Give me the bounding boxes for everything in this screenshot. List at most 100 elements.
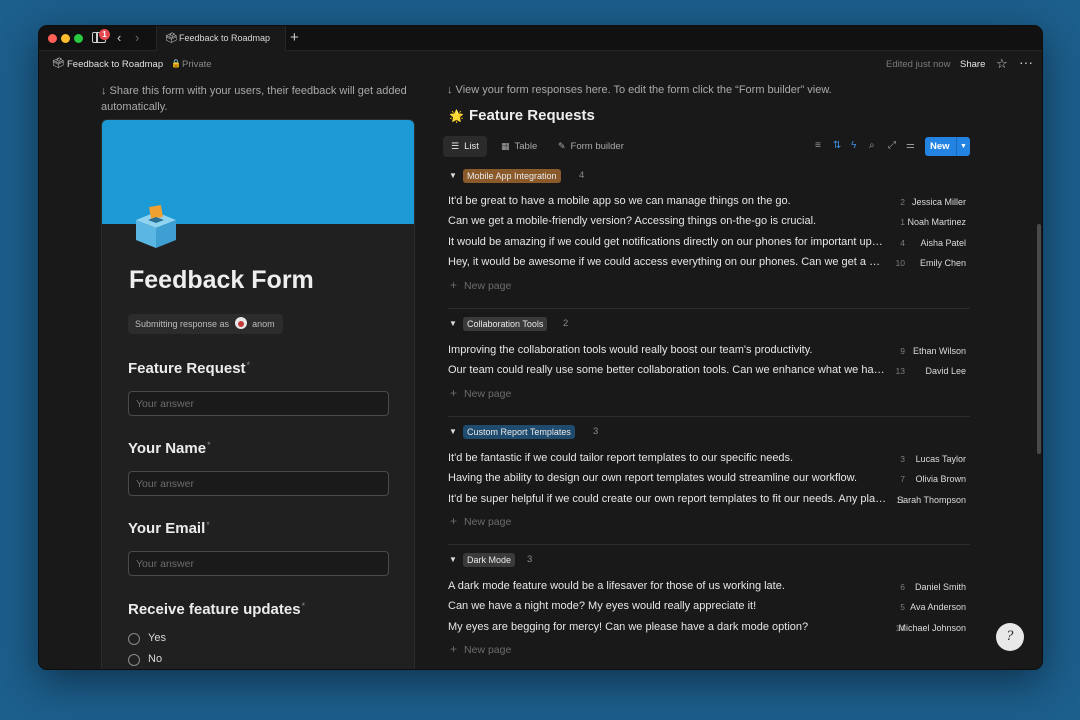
list-item[interactable]: It'd be super helpful if we could create… [448,491,970,509]
group-divider [448,416,970,417]
forward-arrow-icon[interactable]: › [135,30,139,45]
list-icon: ☰ [451,141,460,151]
row-id: 2 [900,197,905,207]
row-feature-request: It'd be great to have a mobile app so we… [448,195,791,207]
glowing-star-icon: 🌟 [449,109,464,123]
group-divider [448,308,970,309]
close-window-button[interactable] [48,34,57,43]
radio-circle[interactable] [128,633,140,645]
minimize-window-button[interactable] [61,34,70,43]
row-feature-request: Our team could really use some better co… [448,364,888,376]
vertical-scrollbar[interactable] [1037,224,1041,454]
group-count: 3 [593,426,599,437]
plus-icon: + [450,642,458,656]
list-item[interactable]: It'd be great to have a mobile app so we… [448,193,970,211]
tab-label: Table [514,141,538,152]
maximize-window-button[interactable] [74,34,83,43]
new-tab-plus-icon[interactable]: + [290,29,299,46]
row-id: 13 [895,366,905,376]
tab-label: Feedback to Roadmap [179,33,271,43]
list-item[interactable]: Our team could really use some better co… [448,362,970,380]
row-id: 3 [900,454,905,464]
help-button-icon[interactable]: ? [996,623,1024,651]
row-name: Ava Anderson [910,602,966,612]
ballot-box-icon [136,205,176,248]
question-label-your-email: Your Email* [128,520,210,537]
tab-feedback-to-roadmap[interactable]: 🗳 Feedback to Roadmap [156,26,286,51]
radio-circle[interactable] [128,654,140,666]
row-id: 10 [895,258,905,268]
required-mark: * [246,360,251,370]
row-name: Emily Chen [919,258,966,268]
row-name: Daniel Smith [914,582,966,592]
tab-label: Form builder [570,141,624,152]
avatar [234,317,247,329]
row-feature-request: A dark mode feature would be a lifesaver… [448,580,785,592]
row-feature-request: Can we have a night mode? My eyes would … [448,600,757,612]
list-item[interactable]: Having the ability to design our own rep… [448,470,970,488]
new-page-button[interactable]: + New page [450,514,511,528]
tab-list-view[interactable]: ☰ List [443,136,487,157]
group-tag: Mobile App Integration [463,169,561,183]
group-tag: Dark Mode [463,553,516,567]
automation-lightning-icon[interactable]: ϟ [851,140,856,151]
list-item[interactable]: My eyes are begging for mercy! Can we pl… [448,619,970,637]
expand-icon[interactable]: ⤢ [888,140,896,151]
filter-icon[interactable]: ≡ [815,140,821,151]
list-item[interactable]: It would be amazing if we could get noti… [448,234,970,252]
app-window: 1 ‹ › 🗳 Feedback to Roadmap + 🗳 Feedback… [38,25,1043,670]
edited-status: Edited just now [886,59,951,70]
privacy-label[interactable]: Private [182,59,212,70]
toggle-triangle-icon[interactable]: ▼ [449,427,457,436]
share-button[interactable]: Share [960,59,985,70]
favorite-star-icon[interactable]: ☆ [996,56,1008,72]
list-item[interactable]: Improving the collaboration tools would … [448,342,970,360]
question-label-feature-updates: Receive feature updates* [128,601,305,618]
ballot-box-icon: 🗳 [52,58,65,69]
feedback-form-card: Feedback Form Submitting response as ano… [101,119,415,669]
your-email-input[interactable] [128,551,389,576]
group-tag: Custom Report Templates [463,425,575,439]
search-icon[interactable]: ⌕ [869,140,875,151]
new-page-button[interactable]: + New page [450,642,511,656]
list-item[interactable]: It'd be fantastic if we could tailor rep… [448,450,970,468]
view-settings-icon[interactable]: ⚌ [906,140,915,151]
required-mark: * [301,601,306,611]
page-topbar: 🗳 Feedback to Roadmap 🔒 Private Edited j… [39,52,1042,76]
breadcrumb-page-title[interactable]: Feedback to Roadmap [67,59,163,70]
chevron-down-icon[interactable]: ▼ [956,137,970,156]
list-item[interactable]: A dark mode feature would be a lifesaver… [448,578,970,596]
tab-table-view[interactable]: ▦ Table [493,136,545,157]
your-name-input[interactable] [128,471,389,496]
back-arrow-icon[interactable]: ‹ [117,30,121,45]
group-divider [448,544,970,545]
question-label-your-name: Your Name* [128,440,211,457]
feature-request-input[interactable] [128,391,389,416]
list-item[interactable]: Can we have a night mode? My eyes would … [448,598,970,616]
more-options-icon[interactable]: ··· [1019,54,1033,70]
row-id: 7 [900,474,905,484]
ballot-box-icon: 🗳 [165,33,178,44]
form-share-description: ↓ Share this form with your users, their… [101,85,407,113]
list-item[interactable]: Can we get a mobile-friendly version? Ac… [448,213,970,231]
new-page-button[interactable]: + New page [450,386,511,400]
row-feature-request: It'd be fantastic if we could tailor rep… [448,452,794,464]
new-page-button[interactable]: + New page [450,278,511,292]
question-text: Your Email [128,520,206,537]
tab-form-builder-view[interactable]: ✎ Form builder [550,136,632,157]
new-page-label: New page [464,644,512,656]
new-page-label: New page [464,388,512,400]
radio-label: Yes [148,632,166,644]
list-item[interactable]: Hey, it would be awesome if we could acc… [448,254,970,272]
question-text: Receive feature updates [128,601,301,618]
new-button[interactable]: New ▼ [925,137,970,156]
toggle-triangle-icon[interactable]: ▼ [449,319,457,328]
plus-icon: + [450,386,458,400]
sort-icon[interactable]: ⇅ [833,140,841,151]
toggle-triangle-icon[interactable]: ▼ [449,555,457,564]
question-text: Your Name [128,440,207,457]
toggle-triangle-icon[interactable]: ▼ [449,171,457,180]
tab-bar: 1 ‹ › 🗳 Feedback to Roadmap + [39,26,1042,51]
row-feature-request: Can we get a mobile-friendly version? Ac… [448,215,817,227]
row-name: Aisha Patel [920,238,966,248]
